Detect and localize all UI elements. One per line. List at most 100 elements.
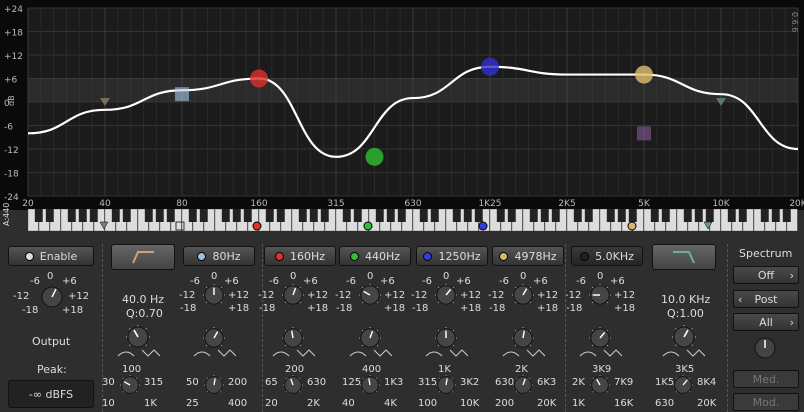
piano-black-key[interactable]	[188, 209, 197, 222]
band-freq-knob[interactable]	[120, 375, 140, 395]
band-button-b2[interactable]: 160Hz	[264, 246, 336, 266]
freq-tick: 100	[122, 364, 142, 375]
piano-black-key[interactable]	[353, 209, 362, 222]
piano-black-key[interactable]	[276, 209, 285, 222]
piano-black-key[interactable]	[771, 209, 780, 222]
band-button-b1[interactable]: 80Hz	[183, 246, 255, 266]
band-freq-knob[interactable]	[590, 375, 610, 395]
piano-black-key[interactable]	[705, 209, 714, 222]
band-gain-knob[interactable]	[589, 284, 611, 306]
piano-black-key[interactable]	[727, 209, 736, 222]
band-gain-knob[interactable]	[359, 284, 381, 306]
band-freq-knob[interactable]	[360, 375, 380, 395]
chevron-right-icon: ›	[789, 315, 794, 329]
piano-black-key[interactable]	[78, 209, 87, 222]
piano-black-key[interactable]	[419, 209, 428, 222]
spectrum-position-selector[interactable]: ‹ Post	[733, 290, 799, 308]
lowpass-type-button[interactable]	[652, 244, 716, 270]
freq-tick: 50	[186, 377, 199, 388]
band-gain-knob[interactable]	[203, 284, 225, 306]
band-led-icon	[423, 251, 433, 261]
spectrum-channel-selector[interactable]: All ›	[733, 313, 799, 331]
band-handle-b5[interactable]	[635, 65, 653, 84]
piano-black-key[interactable]	[606, 209, 615, 222]
gain-tick: -12	[565, 290, 582, 301]
piano-black-key[interactable]	[243, 209, 252, 222]
piano-black-key[interactable]	[221, 209, 230, 222]
eq-graph[interactable]: +24+18+12+60-6-12-18-2420 40 80 160 315 630 1K…	[0, 0, 804, 210]
piano-black-key[interactable]	[309, 209, 318, 222]
highpass-q-knob[interactable]	[126, 325, 150, 349]
band-button-b5[interactable]: 4978Hz	[492, 246, 564, 266]
highpass-type-button[interactable]	[111, 244, 175, 270]
band-handle-b2[interactable]	[250, 69, 268, 88]
piano-black-key[interactable]	[34, 209, 43, 222]
piano-black-key[interactable]	[584, 209, 593, 222]
piano-black-key[interactable]	[67, 209, 76, 222]
piano-black-key[interactable]	[463, 209, 472, 222]
piano-black-key[interactable]	[452, 209, 461, 222]
piano-black-key[interactable]	[760, 209, 769, 222]
piano-black-key[interactable]	[89, 209, 98, 222]
band-freq-knob[interactable]	[204, 375, 224, 395]
piano-black-key[interactable]	[683, 209, 692, 222]
peak-meter[interactable]: -∞ dBFS	[8, 380, 94, 408]
piano-black-key[interactable]	[265, 209, 274, 222]
db-tick-label: +24	[4, 5, 23, 15]
piano-black-key[interactable]	[738, 209, 747, 222]
piano-keyboard[interactable]	[28, 209, 798, 231]
band-gain-knob[interactable]	[282, 284, 304, 306]
band-freq-knob[interactable]	[436, 375, 456, 395]
band-handle-b1[interactable]	[175, 87, 189, 102]
piano-black-key[interactable]	[551, 209, 560, 222]
piano-black-key[interactable]	[144, 209, 153, 222]
band-handle-b3[interactable]	[365, 147, 384, 166]
piano-black-key[interactable]	[650, 209, 659, 222]
piano-black-key[interactable]	[496, 209, 505, 222]
band-gain-knob[interactable]	[435, 284, 457, 306]
piano-black-key[interactable]	[232, 209, 241, 222]
piano-black-key[interactable]	[661, 209, 670, 222]
band-handle-b4[interactable]	[481, 57, 499, 76]
piano-black-key[interactable]	[628, 209, 637, 222]
lowpass-q-knob[interactable]	[672, 325, 696, 349]
med-button[interactable]: Med.	[733, 370, 799, 388]
spectrum-knob[interactable]	[753, 336, 777, 360]
piano-black-key[interactable]	[166, 209, 175, 222]
piano-black-key[interactable]	[298, 209, 307, 222]
piano-black-key[interactable]	[375, 209, 384, 222]
piano-black-key[interactable]	[397, 209, 406, 222]
freq-tick-label: 80	[176, 199, 188, 209]
spectrum-mode-selector[interactable]: Off ›	[733, 266, 799, 284]
piano-black-key[interactable]	[694, 209, 703, 222]
piano-black-key[interactable]	[122, 209, 131, 222]
enable-button[interactable]: Enable	[8, 246, 94, 266]
band-freq-knob[interactable]	[283, 375, 303, 395]
piano-black-key[interactable]	[342, 209, 351, 222]
piano-black-key[interactable]	[782, 209, 791, 222]
piano-black-key[interactable]	[617, 209, 626, 222]
piano-black-key[interactable]	[386, 209, 395, 222]
band-button-b3[interactable]: 440Hz	[339, 246, 411, 266]
gain-tick: +12	[460, 290, 482, 301]
piano-black-key[interactable]	[199, 209, 208, 222]
piano-black-key[interactable]	[474, 209, 483, 222]
piano-black-key[interactable]	[430, 209, 439, 222]
db-tick-label: -6	[4, 123, 13, 133]
piano-black-key[interactable]	[573, 209, 582, 222]
gain-tick: +12	[614, 290, 636, 301]
band-button-b6[interactable]: 5.0KHz	[571, 246, 643, 266]
band-gain-knob[interactable]	[512, 284, 534, 306]
band-freq-knob[interactable]	[513, 375, 533, 395]
mod-button[interactable]: Mod.	[733, 393, 799, 411]
piano-black-key[interactable]	[320, 209, 329, 222]
band-handle-b6[interactable]	[637, 126, 651, 141]
piano-black-key[interactable]	[111, 209, 120, 222]
piano-black-key[interactable]	[540, 209, 549, 222]
piano-black-key[interactable]	[45, 209, 54, 222]
piano-black-key[interactable]	[529, 209, 538, 222]
piano-black-key[interactable]	[155, 209, 164, 222]
band-button-b4[interactable]: 1250Hz	[416, 246, 488, 266]
band-freq-knob[interactable]	[673, 375, 693, 395]
piano-black-key[interactable]	[507, 209, 516, 222]
